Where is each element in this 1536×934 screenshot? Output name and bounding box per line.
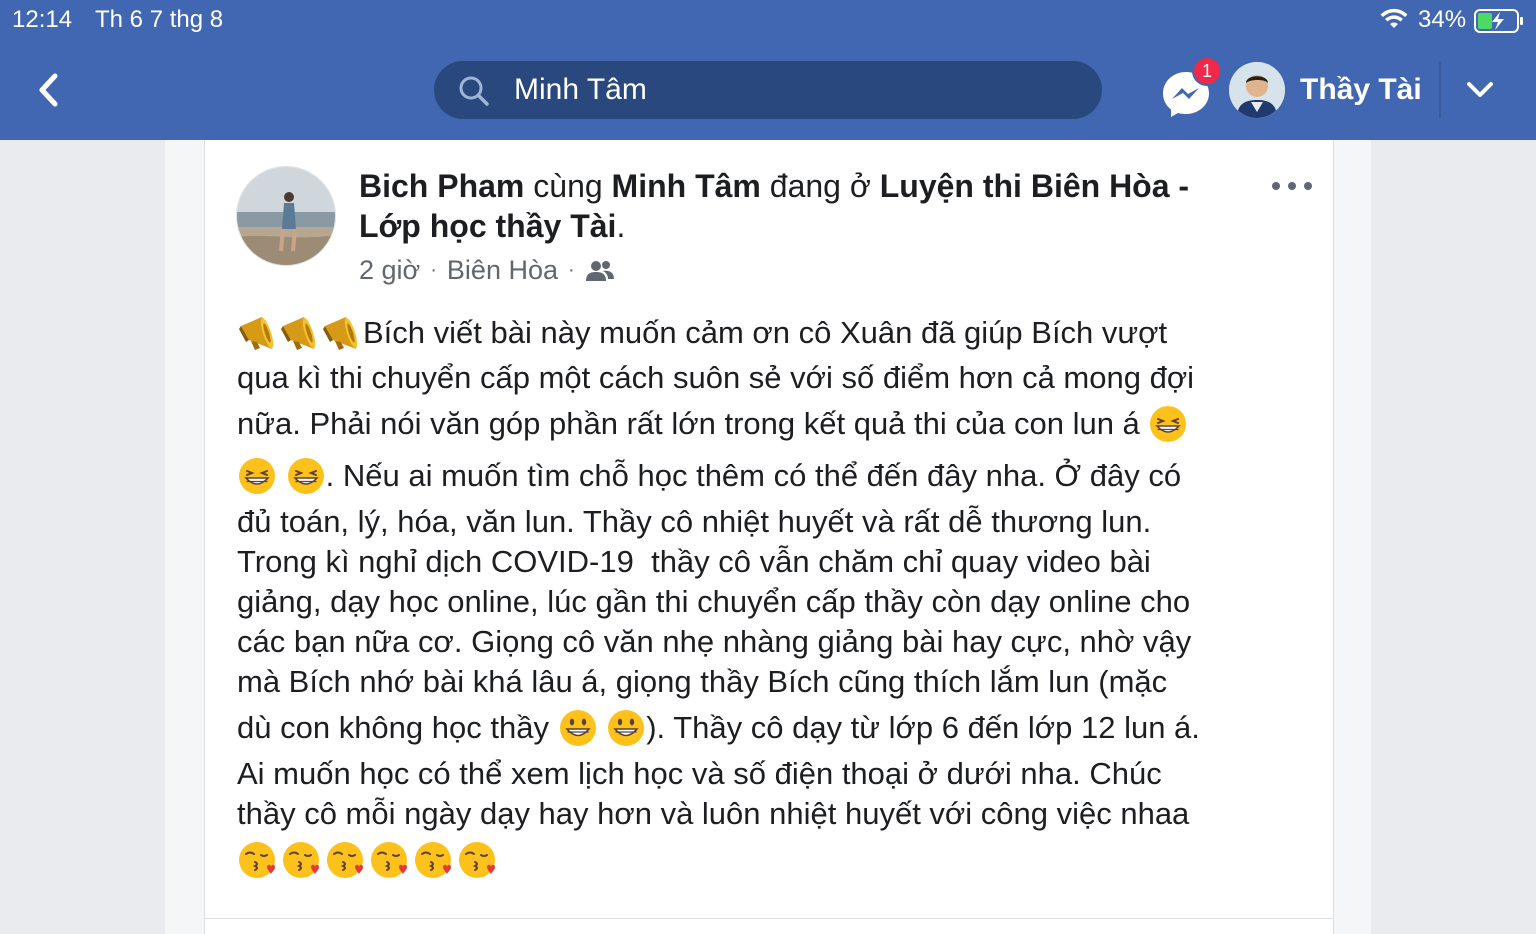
post-line: các bạn nữa cơ. Giọng cô văn nhẹ nhàng g… xyxy=(237,622,1312,662)
post-line: qua kì thi chuyển cấp một cách suôn sẻ v… xyxy=(237,358,1312,398)
post-line: Ai muốn học có thể xem lịch học và số đi… xyxy=(237,754,1312,794)
post-text: các bạn nữa cơ. Giọng cô văn nhẹ nhàng g… xyxy=(237,624,1192,659)
battery-percent: 34% xyxy=(1418,6,1467,33)
search-icon xyxy=(459,76,489,106)
post-text: ). Thầy cô dạy từ lớp 6 đến lớp 12 lun á… xyxy=(646,710,1200,745)
more-dot xyxy=(1304,182,1312,190)
battery-charging-icon xyxy=(1474,9,1523,33)
account-menu-button[interactable] xyxy=(1460,76,1500,104)
more-dot xyxy=(1272,182,1280,190)
author-photo xyxy=(237,167,335,265)
post-line: Bích viết bài này muốn cảm ơn cô Xuân đã… xyxy=(237,313,1312,353)
author-avatar[interactable] xyxy=(236,166,336,266)
post-line xyxy=(237,834,1312,886)
post-line: thầy cô mỗi ngày dạy hay hơn và luôn nhi… xyxy=(237,794,1312,834)
grinning-emoji xyxy=(606,708,646,748)
grinning-squint-emoji xyxy=(237,456,277,496)
post-text: Bích viết bài này muốn cảm ơn cô Xuân đã… xyxy=(363,315,1168,350)
chevron-down-icon xyxy=(1467,82,1493,97)
meta-dot: · xyxy=(568,259,575,281)
kissing-heart-emoji xyxy=(457,840,497,880)
post-text: nữa. Phải nói văn góp phần rất lớn trong… xyxy=(237,406,1140,441)
post-line: đủ toán, lý, hóa, văn lun. Thầy cô nhiệt… xyxy=(237,502,1312,542)
megaphone-emoji xyxy=(279,313,321,353)
post-text: giảng, dạy học online, lúc gần thi chuyể… xyxy=(237,584,1191,619)
messenger-badge: 1 xyxy=(1192,56,1222,86)
post-time[interactable]: 2 giờ xyxy=(359,255,420,286)
post-line: nữa. Phải nói văn góp phần rất lớn trong… xyxy=(237,398,1312,450)
nav-divider xyxy=(1439,62,1441,118)
friends-icon[interactable] xyxy=(585,259,615,283)
post-header-line-1: Bich Pham cùng Minh Tâm đang ở Luyện thi… xyxy=(359,166,1259,206)
post-text: . Nếu ai muốn tìm chỗ học thêm có thể đế… xyxy=(325,458,1182,493)
post-line: . Nếu ai muốn tìm chỗ học thêm có thể đế… xyxy=(237,450,1312,502)
profile-name[interactable]: Thầy Tài xyxy=(1300,73,1422,107)
post-meta: 2 giờ · Biên Hòa · xyxy=(359,255,615,286)
meta-dot: · xyxy=(430,259,437,281)
more-dot xyxy=(1288,182,1296,190)
navbar: 1 Thầy Tài xyxy=(0,40,1536,140)
grinning-squint-emoji xyxy=(1148,404,1188,444)
post-text: thầy cô mỗi ngày dạy hay hơn và luôn nhi… xyxy=(237,796,1190,831)
post-body: Bích viết bài này muốn cảm ơn cô Xuân đã… xyxy=(237,313,1312,886)
post-text: đủ toán, lý, hóa, văn lun. Thầy cô nhiệt… xyxy=(237,504,1152,539)
megaphone-emoji xyxy=(321,313,363,353)
search-input[interactable] xyxy=(514,69,1074,111)
profile-avatar[interactable] xyxy=(1229,62,1285,118)
with-text: cùng xyxy=(524,168,612,204)
grinning-emoji xyxy=(558,708,598,748)
status-time: 12:14 xyxy=(12,6,73,33)
kissing-heart-emoji xyxy=(237,840,277,880)
post-location[interactable]: Biên Hòa xyxy=(447,255,558,286)
back-button[interactable] xyxy=(28,70,68,110)
kissing-heart-emoji xyxy=(281,840,321,880)
tagged-name[interactable]: Minh Tâm xyxy=(612,168,761,204)
status-bar: 12:14 Th 6 7 thg 8 34% xyxy=(0,0,1536,40)
header-period: . xyxy=(616,208,626,244)
messenger-button[interactable]: 1 xyxy=(1160,56,1222,120)
post-header-line-2: Lớp học thầy Tài. xyxy=(359,206,1259,246)
post-line: dù con không học thầy ). Thầy cô dạy từ … xyxy=(237,702,1312,754)
grinning-squint-emoji xyxy=(286,456,326,496)
post-text: dù con không học thầy xyxy=(237,710,558,745)
post-header: Bich Pham cùng Minh Tâm đang ở Luyện thi… xyxy=(359,166,1259,246)
post-text: qua kì thi chuyển cấp một cách suôn sẻ v… xyxy=(237,360,1195,395)
wifi-icon xyxy=(1380,8,1408,28)
post-line: giảng, dạy học online, lúc gần thi chuyể… xyxy=(237,582,1312,622)
kissing-heart-emoji xyxy=(413,840,453,880)
author-name[interactable]: Bich Pham xyxy=(359,168,524,204)
post-text: Ai muốn học có thể xem lịch học và số đi… xyxy=(237,756,1162,791)
profile-photo xyxy=(1229,62,1285,118)
post-more-button[interactable] xyxy=(1272,172,1312,200)
place-name-line-2[interactable]: Lớp học thầy Tài xyxy=(359,208,616,244)
next-post-card xyxy=(204,918,1334,934)
top-bar: 12:14 Th 6 7 thg 8 34% Minh Tâm 1 Thầy T… xyxy=(0,0,1536,140)
kissing-heart-emoji xyxy=(325,840,365,880)
status-date: Th 6 7 thg 8 xyxy=(95,6,224,33)
search-box[interactable] xyxy=(434,61,1102,119)
post-line: mà Bích nhớ bài khá lâu á, giọng thầy Bí… xyxy=(237,662,1312,702)
kissing-heart-emoji xyxy=(369,840,409,880)
post-text: Trong kì nghỉ dịch COVID-19 thầy cô vẫn … xyxy=(237,544,1151,579)
post-line: Trong kì nghỉ dịch COVID-19 thầy cô vẫn … xyxy=(237,542,1312,582)
at-text: đang ở xyxy=(760,168,880,204)
megaphone-emoji xyxy=(237,313,279,353)
place-name-line-1[interactable]: Luyện thi Biên Hòa - xyxy=(880,168,1189,204)
post-text: mà Bích nhớ bài khá lâu á, giọng thầy Bí… xyxy=(237,664,1168,699)
chevron-left-icon xyxy=(39,73,58,107)
